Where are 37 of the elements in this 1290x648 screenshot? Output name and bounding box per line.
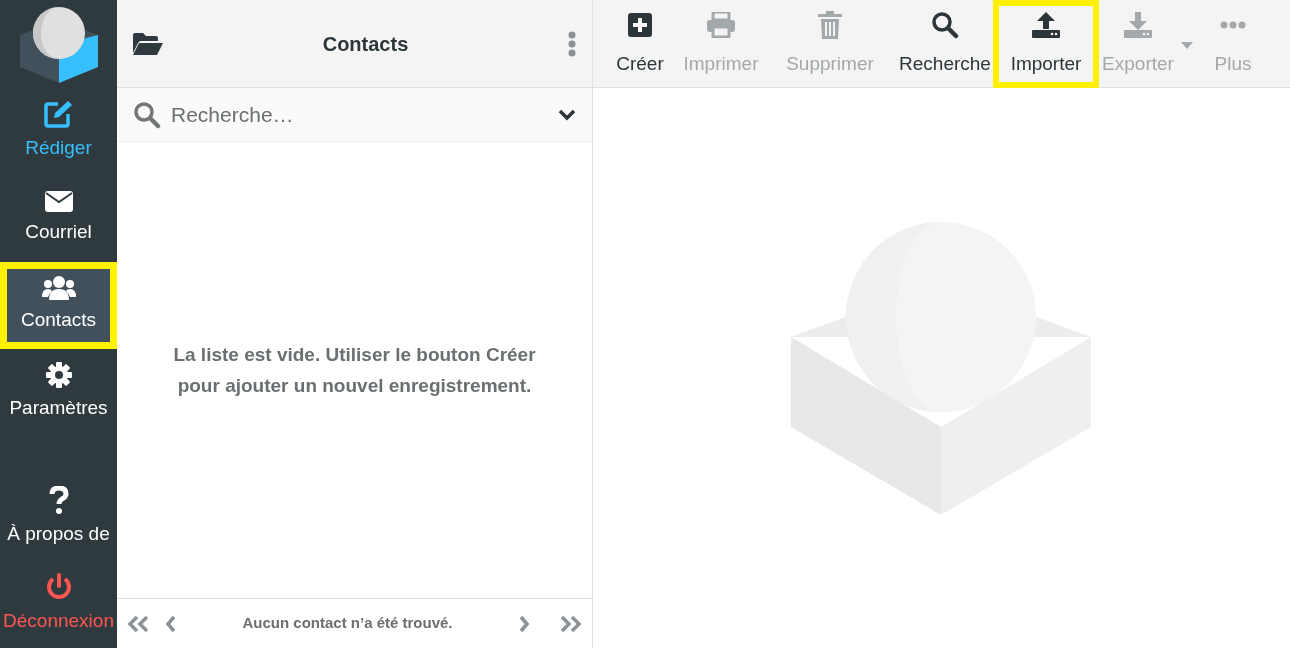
toolbar-button[interactable]: Recherche [897, 0, 993, 88]
toolbar-button[interactable]: Créer [609, 0, 671, 88]
nav-item[interactable]: Courriel [0, 175, 117, 262]
last-page-icon[interactable] [558, 614, 582, 633]
toolbar-button[interactable]: Importer [993, 0, 1099, 88]
search-bar[interactable]: Recherche… [117, 88, 592, 142]
logo-icon [19, 5, 98, 83]
panel-title: Contacts [321, 31, 410, 57]
plus-square-icon [628, 12, 652, 37]
trash-icon [818, 10, 842, 39]
status-text: Aucun contact n’a été trouvé. [241, 613, 454, 634]
question-mark-icon [48, 486, 69, 515]
nav-item[interactable]: Contacts [0, 262, 117, 349]
gear-icon [45, 362, 72, 389]
first-page-icon[interactable] [127, 614, 151, 633]
search-icon [931, 10, 959, 39]
nav-item[interactable]: Paramètres [0, 349, 117, 436]
envelope-icon [44, 190, 73, 212]
nav-item[interactable]: Rédiger [0, 88, 117, 175]
nav-item[interactable]: À propos de [0, 474, 117, 561]
empty-list-message: La liste est vide. Utiliser le bouton Créer pour ajouter un nouvel enregistrement. [172, 343, 537, 398]
search-icon [133, 100, 161, 129]
search-field[interactable]: Recherche… [171, 98, 548, 131]
folder-icon[interactable] [133, 32, 163, 55]
more-options-icon[interactable] [568, 30, 576, 57]
download-icon [1124, 11, 1152, 38]
ellipsis-icon [1220, 20, 1246, 29]
people-icon [41, 276, 76, 301]
printer-icon [707, 11, 735, 38]
upload-icon [1032, 11, 1060, 38]
chevron-down-icon[interactable] [558, 108, 576, 121]
caret-icon [1181, 42, 1193, 49]
compose-icon [43, 100, 74, 129]
power-icon [44, 573, 73, 602]
next-page-icon[interactable] [518, 614, 530, 633]
nav-item[interactable]: Déconnexion [0, 561, 117, 648]
previous-page-icon[interactable] [165, 614, 177, 633]
